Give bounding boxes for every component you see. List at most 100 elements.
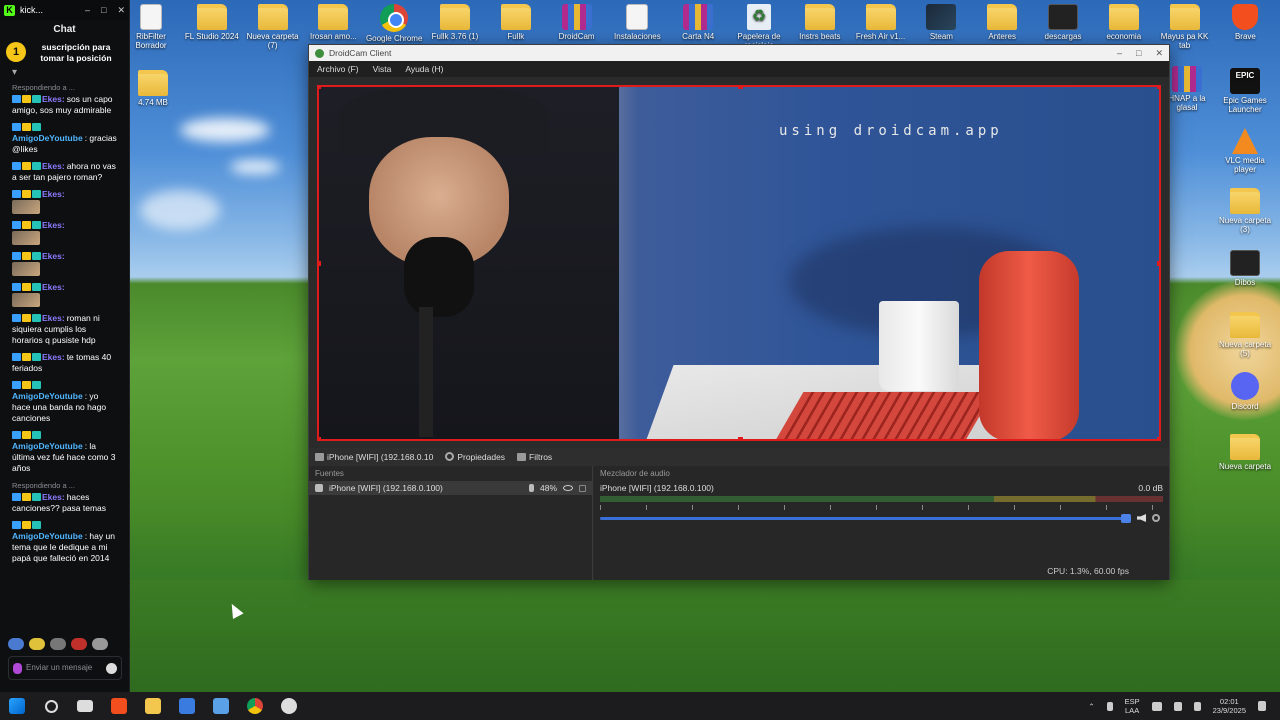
resize-handle[interactable] — [738, 87, 743, 89]
desktop-icon[interactable]: Irosan amo... — [304, 4, 362, 41]
close-button[interactable]: ✕ — [117, 5, 125, 16]
maximize-button[interactable]: □ — [1136, 48, 1141, 59]
store-taskbar-button[interactable] — [170, 692, 204, 720]
chevron-down-icon[interactable]: ▾ — [0, 67, 129, 78]
microphone-icon[interactable] — [1106, 701, 1113, 711]
desktop-icon[interactable]: RibFilter Borrador — [122, 4, 180, 50]
app-taskbar-button[interactable] — [204, 692, 238, 720]
desktop-icon[interactable]: Nueva carpeta — [1216, 434, 1274, 471]
chat-message[interactable]: Ekes: — [0, 248, 129, 279]
brave-taskbar-button[interactable] — [102, 692, 136, 720]
chat-message[interactable]: Ekes: ahora no vas a ser tan pajero roman… — [0, 158, 129, 186]
chat-message[interactable]: AmigoDeYoutube: hay un tema que le dediq… — [0, 517, 129, 567]
emote-icon[interactable] — [29, 638, 45, 650]
filters-button[interactable]: Filtros — [517, 452, 552, 462]
droidcam-taskbar-button[interactable] — [272, 692, 306, 720]
minimize-button[interactable]: – — [85, 5, 90, 15]
desktop-icon[interactable]: descargas — [1034, 4, 1092, 41]
source-selector[interactable]: iPhone [WIFI] (192.168.0.10 — [315, 452, 433, 462]
chat-username[interactable]: Ekes: — [42, 251, 65, 261]
source-item[interactable]: iPhone [WIFI] (192.168.0.100) 48% — [309, 481, 592, 495]
language-indicator[interactable]: ESP LAA — [1125, 697, 1140, 715]
emote-icon[interactable] — [71, 638, 87, 650]
desktop-icon[interactable]: VLC media player — [1216, 128, 1274, 174]
resize-handle[interactable] — [319, 261, 321, 266]
network-icon[interactable] — [1151, 701, 1162, 711]
chat-username[interactable]: Ekes: — [42, 220, 65, 230]
desktop-icon[interactable]: Fresh Air v1... — [852, 4, 910, 41]
desktop-icon[interactable]: Fullk — [487, 4, 545, 41]
resize-handle[interactable] — [319, 87, 321, 89]
camera-preview[interactable]: using droidcam.app — [317, 85, 1161, 441]
emote-icon[interactable] — [8, 638, 24, 650]
notification-icon[interactable] — [1258, 701, 1266, 711]
chevron-up-icon[interactable]: ⌃ — [1088, 702, 1094, 711]
desktop-icon[interactable]: Steam — [912, 4, 970, 41]
chat-message[interactable]: Ekes: roman ni siquiera cumplis los horar… — [0, 310, 129, 349]
chrome-taskbar-button[interactable] — [238, 692, 272, 720]
chat-username[interactable]: Ekes: — [42, 492, 65, 502]
chat-username[interactable]: AmigoDeYoutube — [12, 133, 83, 143]
search-button[interactable] — [34, 692, 68, 720]
resize-handle[interactable] — [1157, 261, 1159, 266]
resize-handle[interactable] — [1157, 437, 1159, 439]
properties-button[interactable]: Propiedades — [445, 452, 505, 462]
lock-icon[interactable] — [579, 484, 586, 492]
desktop-icon[interactable]: Brave — [1216, 4, 1274, 41]
chat-username[interactable]: Ekes: — [42, 352, 65, 362]
menu-archivo[interactable]: Archivo (F) — [317, 64, 359, 74]
desktop-icon[interactable]: FL Studio 2024 — [183, 4, 241, 41]
speaker-icon[interactable] — [1137, 514, 1146, 522]
desktop-icon[interactable]: Carta N4 — [669, 4, 727, 41]
microphone-icon[interactable] — [13, 662, 22, 674]
volume-icon[interactable] — [1173, 701, 1182, 711]
desktop-icon[interactable]: EPIC Epic Games Launcher — [1216, 68, 1274, 114]
desktop-icon[interactable]: Instrs beats — [791, 4, 849, 41]
chat-username[interactable]: Ekes: — [42, 189, 65, 199]
chat-message[interactable]: Respondiendo a ... Ekes: haces canciones??… — [0, 477, 129, 517]
chat-message[interactable]: AmigoDeYoutube: gracias @likes — [0, 119, 129, 158]
chat-message[interactable]: Respondiendo a ... Ekes: sos un capo amigo… — [0, 79, 129, 119]
desktop-icon[interactable]: Nueva carpeta (7) — [244, 4, 302, 50]
desktop-icon[interactable]: Nueva carpeta (3) — [1216, 188, 1274, 234]
start-button[interactable] — [0, 692, 34, 720]
chat-message[interactable]: Ekes: te tomas 40 feriados — [0, 349, 129, 377]
chat-username[interactable]: Ekes: — [42, 282, 65, 292]
visibility-eye-icon[interactable] — [563, 485, 573, 491]
emote-icon[interactable] — [92, 638, 108, 650]
desktop-icon[interactable]: Dibos — [1216, 250, 1274, 287]
minimize-button[interactable]: – — [1117, 48, 1122, 59]
close-button[interactable]: ✕ — [1155, 48, 1163, 59]
chat-message-input[interactable]: Enviar un mensaje — [8, 656, 122, 680]
volume-slider[interactable] — [600, 513, 1131, 523]
pinned-message[interactable]: 1 suscripción para tomar la posición — [0, 40, 129, 66]
chat-username[interactable]: AmigoDeYoutube — [12, 531, 83, 541]
chat-message[interactable]: Ekes: — [0, 279, 129, 310]
desktop-icon[interactable]: Discord — [1216, 372, 1274, 411]
chat-message[interactable]: Ekes: — [0, 186, 129, 217]
menu-ayuda[interactable]: Ayuda (H) — [405, 64, 443, 74]
chat-message[interactable]: AmigoDeYoutube: yo hace una banda no hag… — [0, 377, 129, 427]
chat-username[interactable]: Ekes: — [42, 161, 65, 171]
desktop-icon[interactable]: economia — [1095, 4, 1153, 41]
desktop-icon[interactable]: Instalaciones — [608, 4, 666, 41]
explorer-taskbar-button[interactable] — [136, 692, 170, 720]
chat-username[interactable]: AmigoDeYoutube — [12, 391, 83, 401]
resize-handle[interactable] — [738, 437, 743, 439]
task-view-button[interactable] — [68, 692, 102, 720]
chat-message[interactable]: AmigoDeYoutube: la última vez fué hace c… — [0, 427, 129, 477]
emoji-icon[interactable] — [106, 662, 117, 674]
desktop-icon[interactable]: Google Chrome — [365, 4, 423, 43]
desktop-icon[interactable]: Nueva carpeta (5) — [1216, 312, 1274, 358]
desktop-icon[interactable]: Fullk 3.76 (1) — [426, 4, 484, 41]
desktop-icon-file[interactable]: 4.74 MB — [124, 70, 182, 107]
chat-message[interactable]: Ekes: — [0, 217, 129, 248]
chat-username[interactable]: Ekes: — [42, 94, 65, 104]
desktop-icon[interactable]: Anteres — [973, 4, 1031, 41]
chat-username[interactable]: Ekes: — [42, 313, 65, 323]
resize-handle[interactable] — [319, 437, 321, 439]
volume-slider-knob[interactable] — [1121, 513, 1131, 523]
resize-handle[interactable] — [1157, 87, 1159, 89]
gear-icon[interactable] — [1152, 514, 1160, 522]
emote-icon[interactable] — [50, 638, 66, 650]
